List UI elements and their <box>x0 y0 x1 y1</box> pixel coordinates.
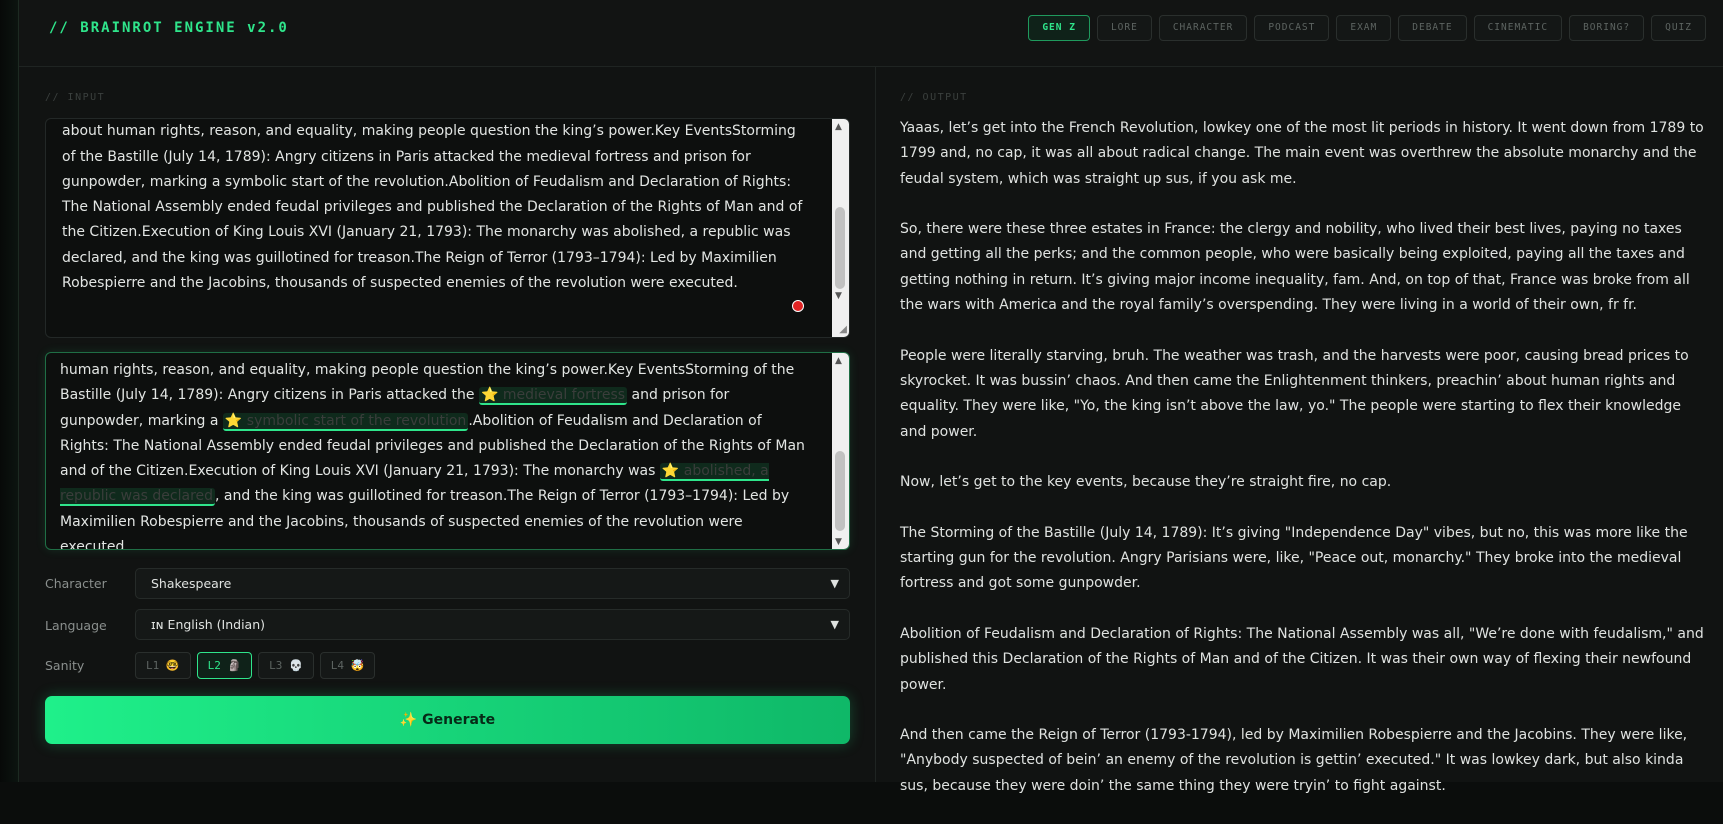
chevron-down-icon: ▼ <box>830 577 839 590</box>
character-label: Character <box>45 576 107 591</box>
sanity-l2-button[interactable]: L2 🗿 <box>196 652 253 679</box>
tab-debate[interactable]: DEBATE <box>1398 15 1467 41</box>
output-section-label: // OUTPUT <box>900 92 968 103</box>
output-paragraph: Yaaas, let’s get into the French Revolut… <box>900 120 1704 187</box>
panel-scrollbar[interactable]: ▲ ▼ <box>832 353 849 549</box>
output-paragraph: And then came the Reign of Terror (1793-… <box>900 727 1688 794</box>
output-text: Yaaas, let’s get into the French Revolut… <box>900 116 1710 824</box>
resize-handle-icon[interactable]: ◢ <box>839 324 847 335</box>
source-textarea[interactable]: to skyrocketing bread prices and starvat… <box>45 118 850 338</box>
tab-boring[interactable]: BORING? <box>1569 15 1645 41</box>
scroll-up-icon[interactable]: ▲ <box>835 356 842 366</box>
app-title: // BRAINROT ENGINE v2.0 <box>49 20 289 36</box>
highlighted-text-panel: human rights, reason, and equality, maki… <box>45 352 850 550</box>
output-paragraph: Now, let’s get to the key events, becaus… <box>900 474 1392 491</box>
language-select[interactable]: ɪɴ English (Indian) ▼ <box>135 609 850 640</box>
tab-podcast[interactable]: PODCAST <box>1254 15 1330 41</box>
tab-exam[interactable]: EXAM <box>1336 15 1392 41</box>
highlight-chip: ⭐ medieval fortress <box>478 387 628 406</box>
scroll-up-icon[interactable]: ▲ <box>835 122 842 132</box>
input-section-label: // INPUT <box>45 92 106 103</box>
header: // BRAINROT ENGINE v2.0 GEN Z LORE CHARA… <box>19 0 1723 67</box>
scroll-thumb[interactable] <box>835 207 845 289</box>
sanity-l1-button[interactable]: L1 🤓 <box>135 652 191 679</box>
source-text: to skyrocketing bread prices and starvat… <box>62 123 803 292</box>
language-value: ɪɴ English (Indian) <box>151 617 266 632</box>
sanity-l3-button[interactable]: L3 💀 <box>258 652 314 679</box>
window-edge <box>0 0 18 782</box>
tab-quiz[interactable]: QUIZ <box>1651 15 1706 41</box>
tab-cinematic[interactable]: CINEMATIC <box>1473 15 1563 41</box>
output-paragraph: The Storming of the Bastille (July 14, 1… <box>900 524 1688 592</box>
output-paragraph: Abolition of Feudalism and Declaration o… <box>900 625 1704 693</box>
output-paragraph: So, there were these three estates in Fr… <box>900 221 1690 314</box>
sanity-levels: L1 🤓 L2 🗿 L3 💀 L4 🤯 <box>135 652 376 679</box>
highlight-chip: ⭐ symbolic start of the revolution <box>222 412 469 431</box>
character-value: Shakespeare <box>151 576 232 591</box>
language-label: Language <box>45 618 107 633</box>
tab-character[interactable]: CHARACTER <box>1158 15 1248 41</box>
sanity-l4-button[interactable]: L4 🤯 <box>319 652 376 679</box>
app-window: // BRAINROT ENGINE v2.0 GEN Z LORE CHARA… <box>18 0 1723 794</box>
chevron-down-icon: ▼ <box>830 618 839 631</box>
mode-tabs: GEN Z LORE CHARACTER PODCAST EXAM DEBATE… <box>1028 15 1706 41</box>
character-select[interactable]: Shakespeare ▼ <box>135 568 850 599</box>
scroll-down-icon[interactable]: ▼ <box>835 537 842 547</box>
scroll-down-icon[interactable]: ▼ <box>835 291 842 301</box>
generate-button[interactable]: ✨ Generate <box>45 696 850 744</box>
output-paragraph: People were literally starving, bruh. Th… <box>900 347 1689 440</box>
sanity-label: Sanity <box>45 658 85 673</box>
tab-gen-z[interactable]: GEN Z <box>1028 15 1090 41</box>
tab-lore[interactable]: LORE <box>1096 15 1152 41</box>
record-indicator-icon <box>792 300 804 312</box>
panel-divider <box>875 67 876 782</box>
scroll-thumb[interactable] <box>835 451 845 531</box>
textarea-scrollbar[interactable]: ▲ ▼ <box>832 119 849 337</box>
highlighted-text: human rights, reason, and equality, maki… <box>60 358 813 549</box>
